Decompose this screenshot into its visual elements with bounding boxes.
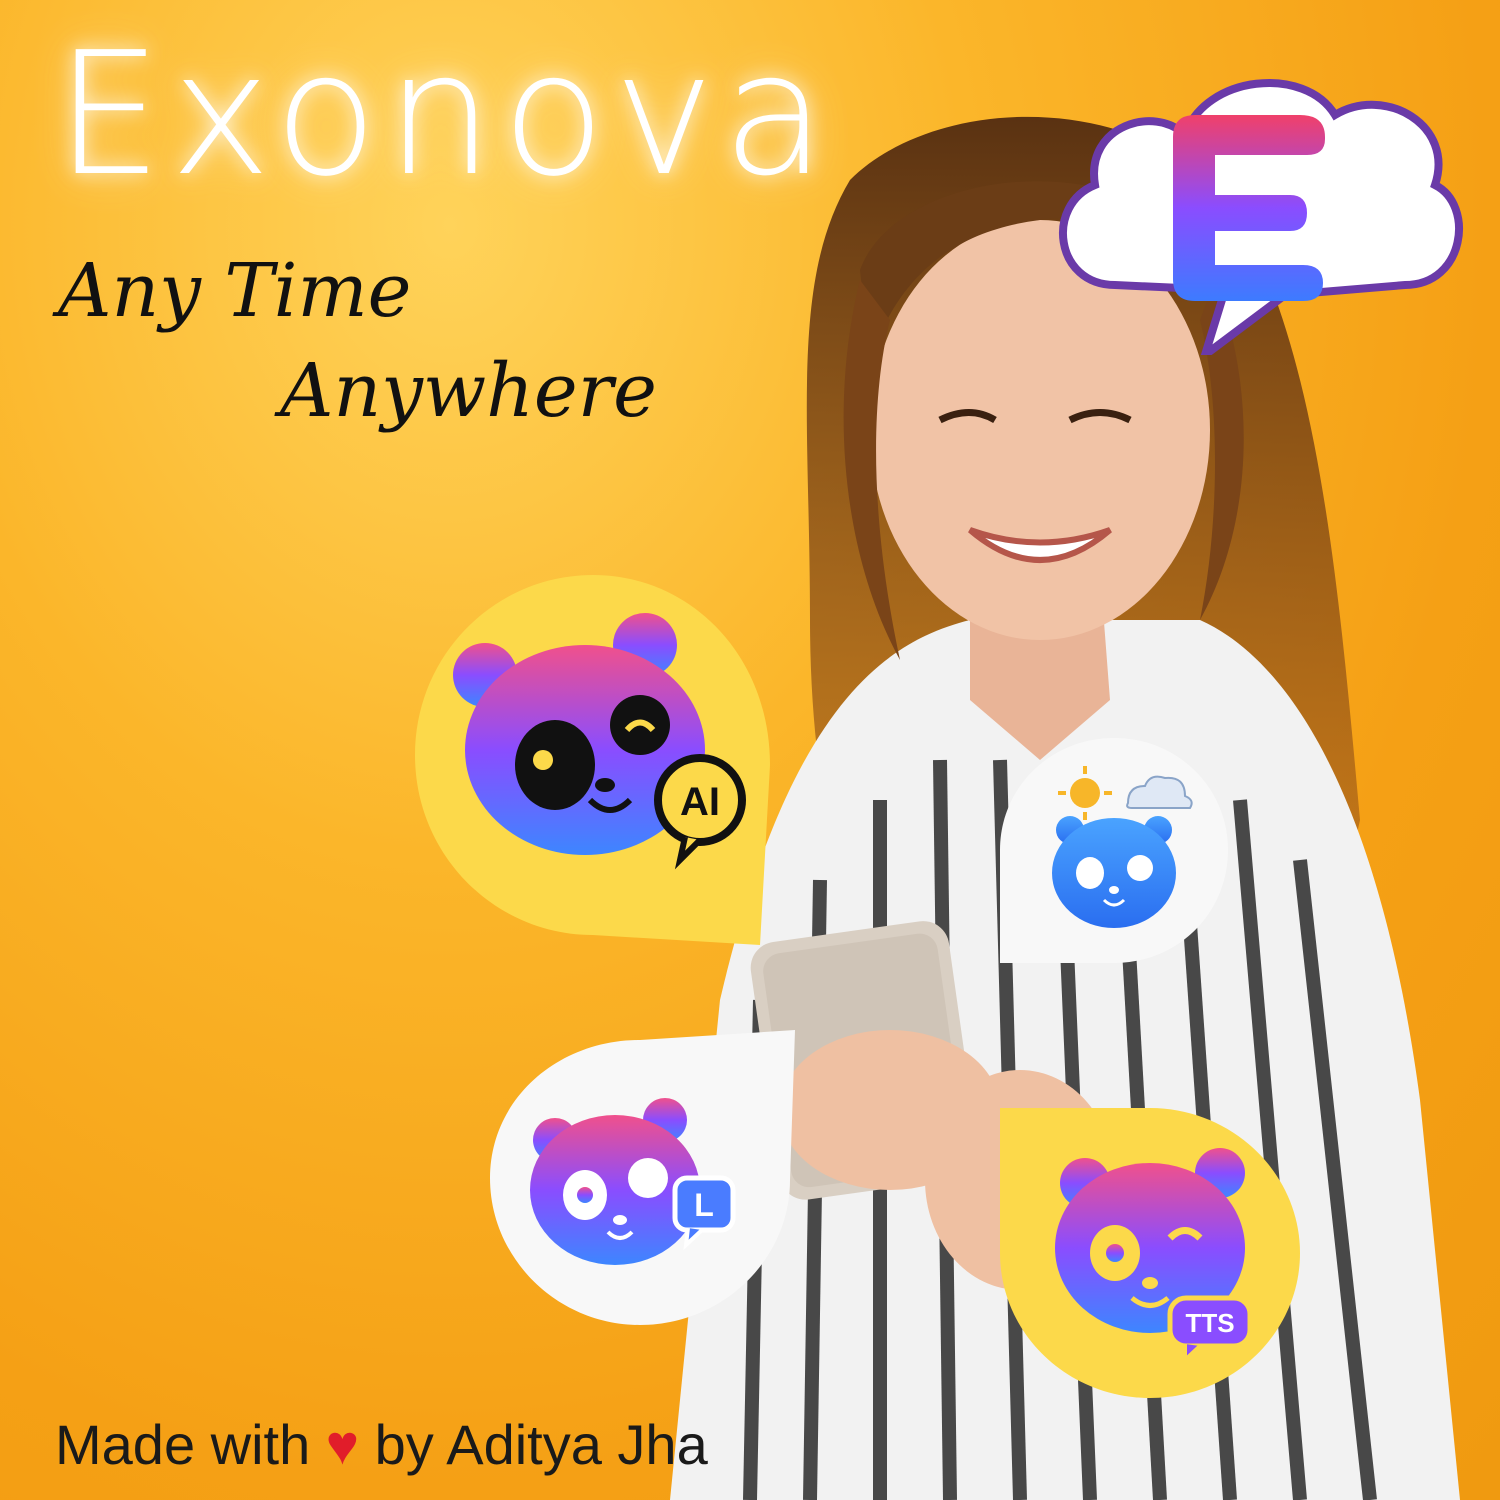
l-badge-label: L <box>694 1187 714 1223</box>
ai-panda-app-icon[interactable]: AI <box>415 575 770 945</box>
app-title: Exonova <box>55 16 835 214</box>
tagline-line-2: Anywhere <box>280 348 657 434</box>
language-panda-app-icon[interactable]: L <box>490 1030 795 1325</box>
tagline-line-1: Any Time <box>58 248 412 334</box>
footer-suffix: by Aditya Jha <box>374 1413 708 1476</box>
exonova-logo: E <box>1045 55 1463 355</box>
tts-badge-label: TTS <box>1185 1308 1234 1338</box>
logo-letter: E <box>1045 55 1046 56</box>
footer-prefix: Made with <box>55 1413 311 1476</box>
weather-panda-app-icon[interactable] <box>1000 738 1228 963</box>
ai-badge-label: AI <box>680 780 720 824</box>
tts-panda-app-icon[interactable]: TTS <box>1000 1108 1300 1398</box>
heart-icon: ♥ <box>325 1413 360 1476</box>
footer-credit: Made with ♥ by Aditya Jha <box>55 1412 708 1477</box>
